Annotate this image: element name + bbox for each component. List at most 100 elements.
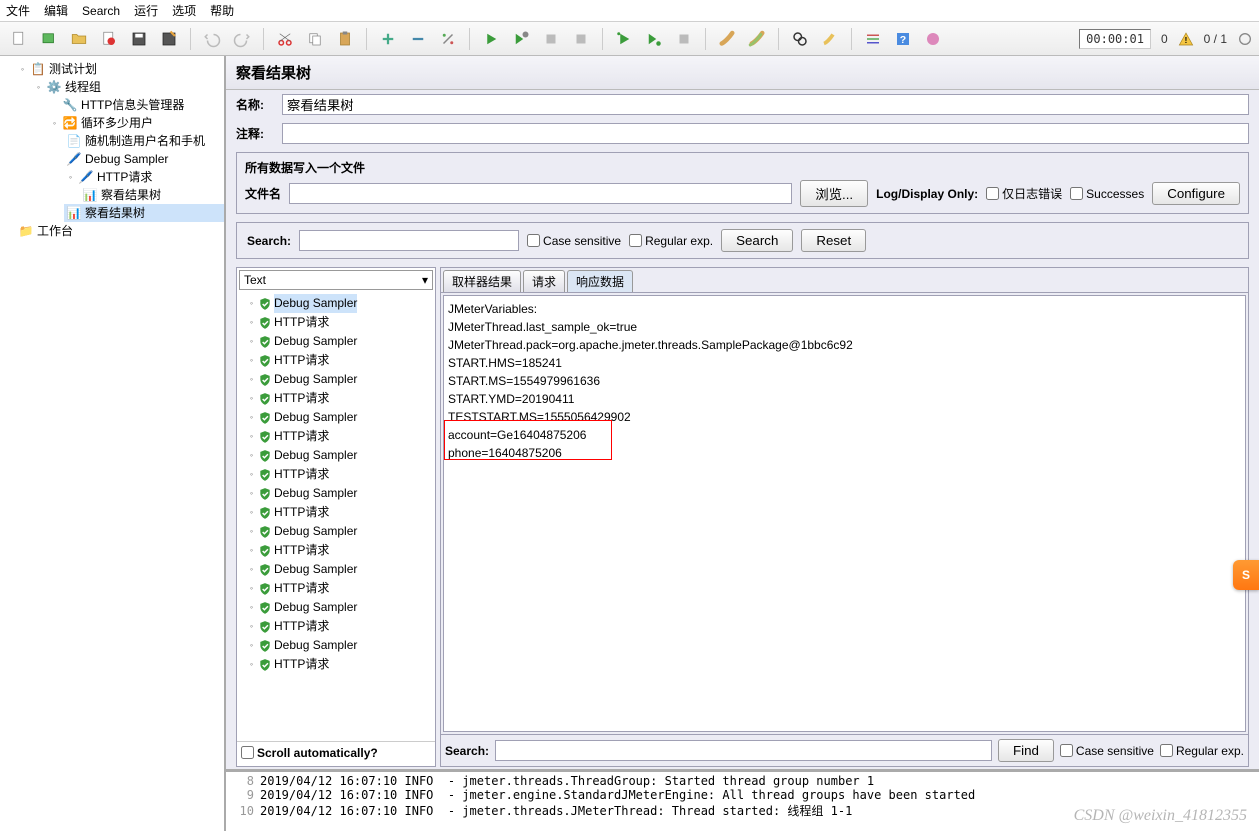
sample-item[interactable]: ◦HTTP请求 [239, 503, 433, 522]
sample-item[interactable]: ◦Debug Sampler [239, 636, 433, 655]
svg-text:!: ! [1184, 36, 1187, 45]
success-icon [258, 316, 272, 330]
successes-checkbox[interactable]: Successes [1070, 187, 1144, 201]
tree-http-header[interactable]: 🔧HTTP信息头管理器 [48, 96, 224, 114]
about-button[interactable] [920, 26, 946, 52]
toolbar: ? 00:00:01 0 ! 0 / 1 [0, 22, 1259, 56]
menu-search[interactable]: Search [82, 4, 120, 18]
tree-random-user[interactable]: 📄随机制造用户名和手机 [64, 132, 224, 150]
tree-debug-sampler[interactable]: 🖊️Debug Sampler [64, 150, 224, 168]
configure-button[interactable]: Configure [1152, 182, 1240, 205]
success-icon [258, 392, 272, 406]
file-label: 文件名 [245, 185, 281, 202]
sample-item[interactable]: ◦Debug Sampler [239, 370, 433, 389]
sample-item[interactable]: ◦HTTP请求 [239, 389, 433, 408]
response-data-box[interactable]: JMeterVariables:JMeterThread.last_sample… [443, 295, 1246, 732]
tab-sampler-result[interactable]: 取样器结果 [443, 270, 521, 292]
log-panel[interactable]: 82019/04/12 16:07:10 INFO - jmeter.threa… [226, 769, 1259, 831]
tree-view-results-1[interactable]: 📊察看结果树 [80, 186, 224, 204]
tree-loop-controller[interactable]: ◦🔁循环多少用户 [48, 114, 224, 132]
sample-item[interactable]: ◦Debug Sampler [239, 484, 433, 503]
close-button[interactable] [96, 26, 122, 52]
renderer-select[interactable]: Text▾ [239, 270, 433, 290]
tree-thread-group[interactable]: ◦⚙️线程组 [32, 78, 224, 96]
menu-help[interactable]: 帮助 [210, 2, 234, 19]
remote-start-button[interactable] [611, 26, 637, 52]
stop-button[interactable] [538, 26, 564, 52]
sample-item[interactable]: ◦HTTP请求 [239, 617, 433, 636]
svg-text:?: ? [900, 33, 906, 45]
shutdown-button[interactable] [568, 26, 594, 52]
success-icon [258, 563, 272, 577]
regex-checkbox[interactable]: Regular exp. [629, 234, 713, 248]
name-input[interactable] [282, 94, 1249, 115]
find-button[interactable]: Find [998, 739, 1054, 762]
new-button[interactable] [6, 26, 32, 52]
sample-item[interactable]: ◦Debug Sampler [239, 408, 433, 427]
search-button[interactable]: Search [721, 229, 793, 252]
name-label: 名称: [236, 96, 276, 113]
remote-start-all-button[interactable] [641, 26, 667, 52]
sample-tree[interactable]: ◦Debug Sampler◦HTTP请求◦Debug Sampler◦HTTP… [237, 292, 435, 741]
start-button[interactable] [478, 26, 504, 52]
search-input[interactable] [299, 230, 519, 251]
search-tb-button[interactable] [787, 26, 813, 52]
save-as-button[interactable] [156, 26, 182, 52]
paste-button[interactable] [332, 26, 358, 52]
status-icon [1237, 31, 1253, 47]
sample-item[interactable]: ◦Debug Sampler [239, 522, 433, 541]
sample-item[interactable]: ◦HTTP请求 [239, 655, 433, 674]
tab-response-data[interactable]: 响应数据 [567, 270, 633, 292]
start-no-pause-button[interactable] [508, 26, 534, 52]
reset-search-button[interactable] [817, 26, 843, 52]
tab-request[interactable]: 请求 [523, 270, 565, 292]
help-button[interactable]: ? [890, 26, 916, 52]
sample-item[interactable]: ◦Debug Sampler [239, 446, 433, 465]
tree-view-results-2[interactable]: 📊察看结果树 [64, 204, 224, 222]
menu-file[interactable]: 文件 [6, 2, 30, 19]
sample-item[interactable]: ◦HTTP请求 [239, 579, 433, 598]
test-plan-tree[interactable]: ◦📋测试计划 ◦⚙️线程组 🔧HTTP信息头管理器 ◦🔁循环多少用户 📄随机制造… [0, 56, 225, 831]
open-button[interactable] [66, 26, 92, 52]
expand-button[interactable] [375, 26, 401, 52]
find-regex-checkbox[interactable]: Regular exp. [1160, 744, 1244, 758]
sample-item[interactable]: ◦HTTP请求 [239, 541, 433, 560]
sample-item[interactable]: ◦Debug Sampler [239, 332, 433, 351]
copy-button[interactable] [302, 26, 328, 52]
browse-button[interactable]: 浏览... [800, 180, 868, 207]
scroll-auto-checkbox[interactable]: Scroll automatically? [241, 746, 378, 760]
clear-all-button[interactable] [744, 26, 770, 52]
collapse-button[interactable] [405, 26, 431, 52]
sample-item[interactable]: ◦HTTP请求 [239, 427, 433, 446]
sample-item[interactable]: ◦Debug Sampler [239, 294, 433, 313]
cut-button[interactable] [272, 26, 298, 52]
sample-item[interactable]: ◦Debug Sampler [239, 598, 433, 617]
save-button[interactable] [126, 26, 152, 52]
sample-item[interactable]: ◦HTTP请求 [239, 313, 433, 332]
remote-stop-button[interactable] [671, 26, 697, 52]
templates-button[interactable] [36, 26, 62, 52]
comments-input[interactable] [282, 123, 1249, 144]
case-sensitive-checkbox[interactable]: Case sensitive [527, 234, 621, 248]
menu-edit[interactable]: 编辑 [44, 2, 68, 19]
sample-item[interactable]: ◦Debug Sampler [239, 560, 433, 579]
filename-input[interactable] [289, 183, 792, 204]
menu-options[interactable]: 选项 [172, 2, 196, 19]
undo-button[interactable] [199, 26, 225, 52]
sogou-ime-icon[interactable]: S [1233, 560, 1259, 590]
clear-button[interactable] [714, 26, 740, 52]
function-button[interactable] [860, 26, 886, 52]
tree-test-plan[interactable]: ◦📋测试计划 [16, 60, 224, 78]
menu-run[interactable]: 运行 [134, 2, 158, 19]
reset-button[interactable]: Reset [801, 229, 866, 252]
toggle-button[interactable] [435, 26, 461, 52]
find-case-checkbox[interactable]: Case sensitive [1060, 744, 1154, 758]
sample-item[interactable]: ◦HTTP请求 [239, 351, 433, 370]
tree-workbench[interactable]: 📁工作台 [16, 222, 224, 240]
comments-label: 注释: [236, 125, 276, 142]
find-input[interactable] [495, 740, 992, 761]
errors-only-checkbox[interactable]: 仅日志错误 [986, 185, 1062, 202]
sample-item[interactable]: ◦HTTP请求 [239, 465, 433, 484]
redo-button[interactable] [229, 26, 255, 52]
tree-http-request[interactable]: ◦🖊️HTTP请求 [64, 168, 224, 186]
